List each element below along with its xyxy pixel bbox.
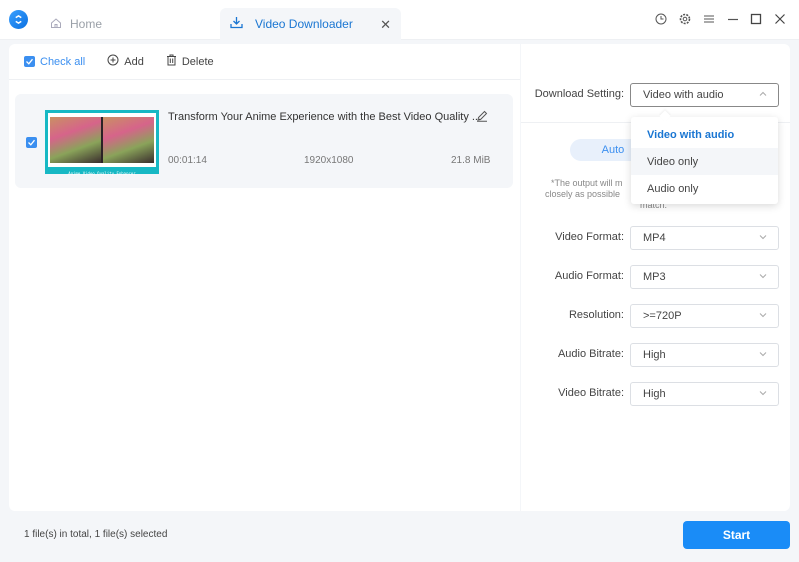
audio-format-row: Audio Format:: [524, 270, 624, 282]
download-icon: [230, 16, 243, 32]
checkbox-checked-icon: [24, 56, 35, 67]
resolution-row: Resolution:: [524, 309, 624, 321]
resolution-value: >=720P: [643, 310, 682, 322]
video-bitrate-row: Video Bitrate:: [524, 387, 624, 399]
chevron-down-icon: [758, 349, 768, 362]
video-format-label: Video Format:: [555, 231, 624, 243]
file-list-item[interactable]: Anime Video Quality Enhancer Transform Y…: [15, 94, 513, 188]
audio-format-label: Audio Format:: [554, 270, 624, 282]
video-thumbnail: Anime Video Quality Enhancer: [45, 110, 159, 176]
maximize-icon[interactable]: [748, 11, 764, 27]
video-bitrate-label: Video Bitrate:: [558, 387, 624, 399]
title-bar: Home Video Downloader ✕: [0, 0, 799, 40]
edit-pencil-icon[interactable]: [476, 110, 488, 125]
tab-video-downloader-label: Video Downloader: [255, 17, 353, 31]
minimize-icon[interactable]: [725, 11, 741, 27]
tab-home-label: Home: [70, 17, 103, 31]
toolbar: Check all Add Delete: [9, 44, 520, 80]
chevron-down-icon: [758, 232, 768, 245]
app-logo-icon: [9, 10, 28, 29]
video-format-select[interactable]: MP4: [630, 226, 779, 250]
add-label: Add: [124, 55, 144, 68]
audio-bitrate-select[interactable]: High: [630, 343, 779, 367]
file-title: Transform Your Anime Experience with the…: [168, 111, 482, 123]
home-icon: [50, 17, 62, 32]
delete-label: Delete: [181, 55, 214, 68]
file-size: 21.8 MiB: [451, 155, 491, 166]
chevron-down-icon: [758, 388, 768, 401]
check-all-button[interactable]: Check all: [24, 56, 85, 68]
dropdown-option-audio-only[interactable]: Audio only: [631, 175, 778, 202]
dropdown-option-video-with-audio[interactable]: Video with audio: [631, 121, 778, 148]
file-resolution: 1920x1080: [304, 155, 354, 166]
dropdown-option-video-only[interactable]: Video only: [631, 148, 778, 175]
trash-icon: [166, 54, 177, 69]
download-setting-label-row: Download Setting:: [524, 88, 624, 100]
chevron-up-icon: [758, 89, 768, 102]
menu-icon[interactable]: [701, 11, 717, 27]
audio-bitrate-row: Audio Bitrate:: [524, 348, 624, 360]
download-setting-value: Video with audio: [643, 89, 724, 101]
add-button[interactable]: Add: [107, 54, 144, 69]
audio-bitrate-label: Audio Bitrate:: [557, 348, 624, 360]
download-setting-select[interactable]: Video with audio: [630, 83, 779, 107]
chevron-down-icon: [758, 310, 768, 323]
note-line-1: *The output will m: [551, 178, 623, 188]
video-bitrate-value: High: [643, 388, 666, 400]
video-format-value: MP4: [643, 232, 666, 244]
tab-video-downloader[interactable]: Video Downloader ✕: [220, 8, 401, 40]
resolution-label: Resolution:: [568, 309, 624, 321]
start-button[interactable]: Start: [683, 521, 790, 549]
file-list-panel: Check all Add Delete Anime Video Quality…: [9, 44, 520, 511]
add-circle-icon: [107, 54, 119, 69]
audio-format-value: MP3: [643, 271, 666, 283]
video-bitrate-select[interactable]: High: [630, 382, 779, 406]
close-window-icon[interactable]: [772, 11, 788, 27]
check-all-label: Check all: [40, 55, 86, 68]
history-icon[interactable]: [653, 11, 669, 27]
audio-format-select[interactable]: MP3: [630, 265, 779, 289]
video-format-row: Video Format:: [524, 231, 624, 243]
file-duration: 00:01:14: [168, 155, 207, 166]
close-tab-icon[interactable]: ✕: [380, 17, 391, 33]
resolution-select[interactable]: >=720P: [630, 304, 779, 328]
delete-button[interactable]: Delete: [166, 54, 214, 69]
chevron-down-icon: [758, 271, 768, 284]
file-checkbox[interactable]: [26, 137, 37, 148]
output-note: *The output will m closely as possible: [545, 178, 623, 200]
settings-icon[interactable]: [677, 11, 693, 27]
audio-bitrate-value: High: [643, 349, 666, 361]
note-line-2: closely as possible: [545, 189, 621, 199]
thumbnail-caption: Anime Video Quality Enhancer: [68, 171, 136, 176]
tab-home[interactable]: Home: [50, 8, 102, 40]
download-setting-label: Download Setting:: [534, 88, 624, 100]
download-setting-dropdown: Video with audio Video only Audio only: [631, 117, 778, 204]
status-summary: 1 file(s) in total, 1 file(s) selected: [24, 529, 168, 540]
